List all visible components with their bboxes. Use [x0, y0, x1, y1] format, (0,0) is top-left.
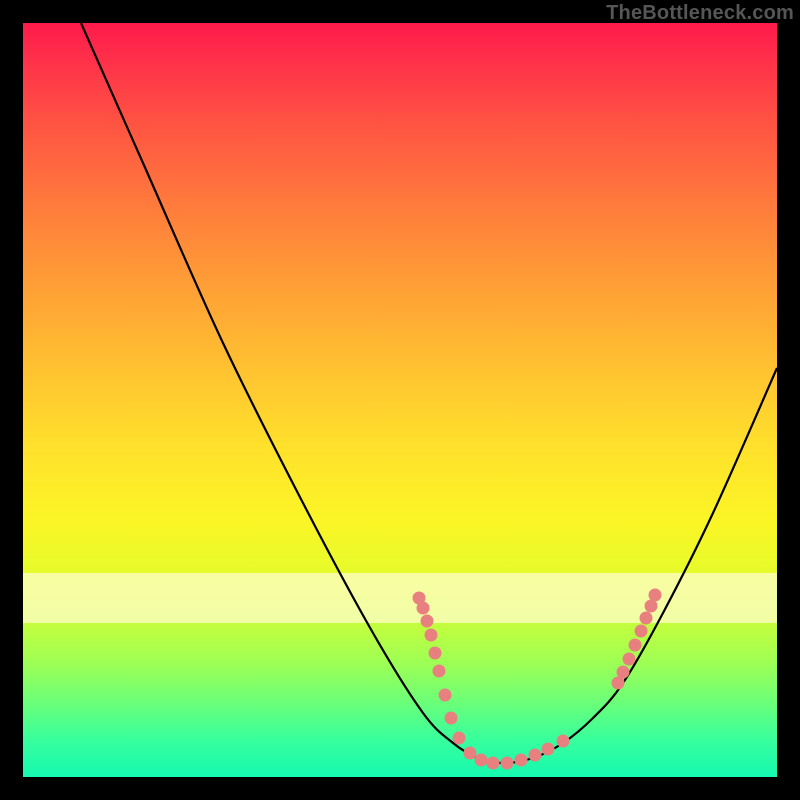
marker-dot — [649, 589, 662, 602]
marker-dots-group — [413, 589, 662, 770]
chart-svg — [23, 23, 777, 777]
marker-dot — [433, 665, 446, 678]
marker-dot — [623, 653, 636, 666]
marker-dot — [464, 747, 477, 760]
marker-dot — [542, 743, 555, 756]
marker-dot — [617, 666, 630, 679]
chart-frame: TheBottleneck.com — [0, 0, 800, 800]
marker-dot — [487, 757, 500, 770]
marker-dot — [421, 615, 434, 628]
marker-dot — [635, 625, 648, 638]
marker-dot — [529, 749, 542, 762]
marker-dot — [453, 732, 466, 745]
marker-dot — [640, 612, 653, 625]
marker-dot — [475, 754, 488, 767]
marker-dot — [501, 757, 514, 770]
marker-dot — [557, 735, 570, 748]
marker-dot — [429, 647, 442, 660]
watermark-text: TheBottleneck.com — [606, 2, 794, 25]
marker-dot — [445, 712, 458, 725]
marker-dot — [629, 639, 642, 652]
plot-area — [23, 23, 777, 777]
marker-dot — [439, 689, 452, 702]
marker-dot — [515, 754, 528, 767]
marker-dot — [417, 602, 430, 615]
marker-dot — [425, 629, 438, 642]
